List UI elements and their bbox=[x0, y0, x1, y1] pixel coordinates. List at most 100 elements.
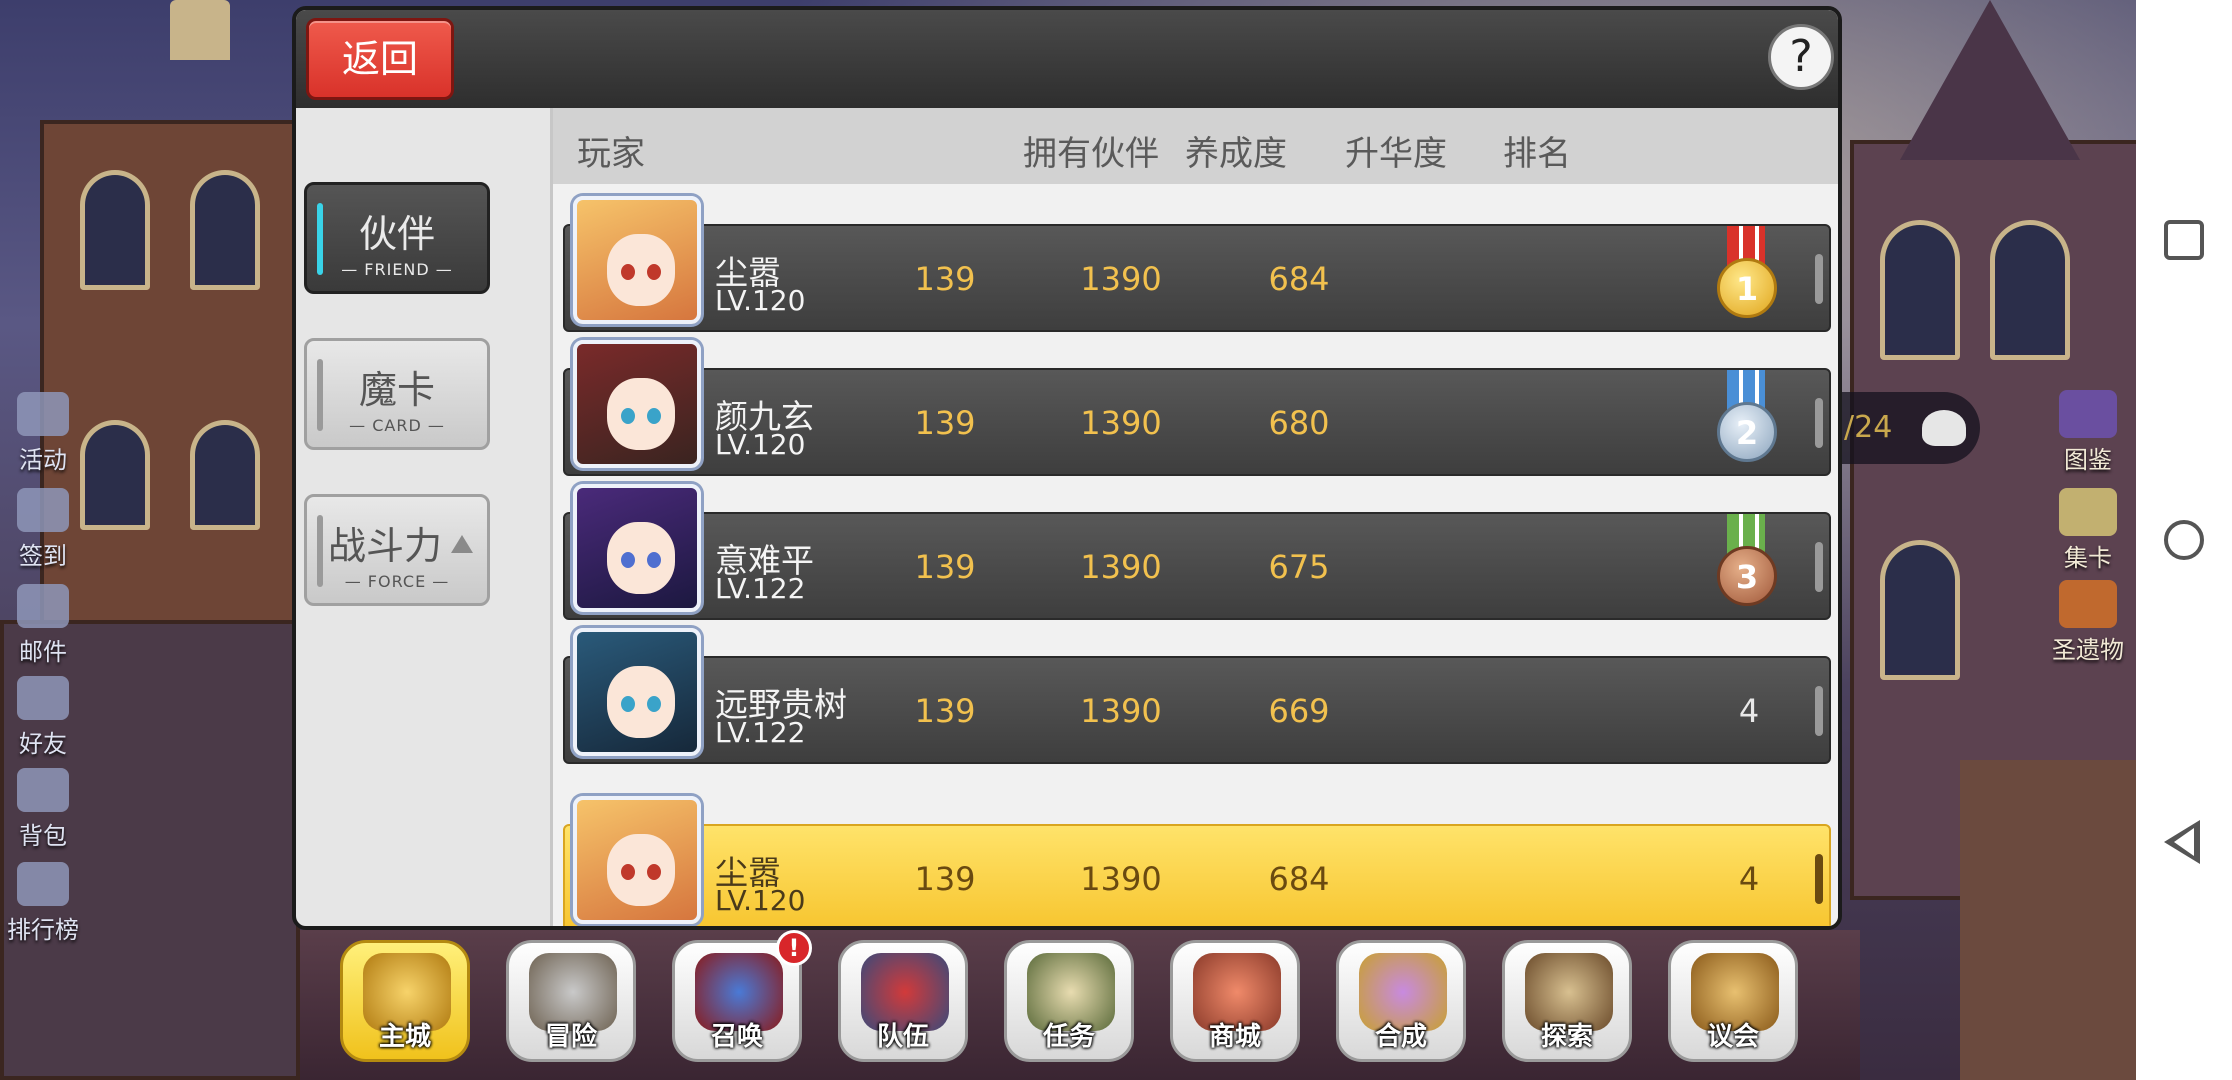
megaphone-icon bbox=[17, 392, 69, 436]
dock-label: 冒险 bbox=[544, 1022, 597, 1052]
header-ascension: 升华度 bbox=[1345, 134, 1447, 174]
training-value: 1390 bbox=[1080, 692, 1162, 730]
tab-indicator bbox=[317, 515, 323, 587]
side-item-label: 排行榜 bbox=[7, 916, 79, 944]
side-item-label: 集卡 bbox=[2064, 544, 2112, 572]
ranking-panel: 返回 ? 伙伴 — FRIEND — 魔卡 — CARD — 战斗力 — FOR… bbox=[292, 6, 1842, 930]
tab-force[interactable]: 战斗力 — FORCE — bbox=[304, 494, 490, 606]
ascension-value: 675 bbox=[1268, 548, 1330, 586]
header-owned: 拥有伙伴 bbox=[1023, 134, 1159, 174]
dock-label: 议会 bbox=[1706, 1022, 1759, 1052]
panel-header: 返回 ? bbox=[296, 10, 1838, 108]
player-level: LV.120 bbox=[715, 884, 806, 917]
dock-label: 队伍 bbox=[876, 1022, 929, 1052]
back-button[interactable]: 返回 bbox=[306, 18, 454, 100]
book-icon bbox=[2059, 390, 2117, 438]
counter-text: /24 bbox=[1844, 410, 1893, 445]
card-collect-icon bbox=[2059, 488, 2117, 536]
tab-card[interactable]: 魔卡 — CARD — bbox=[304, 338, 490, 450]
training-value: 1390 bbox=[1080, 260, 1162, 298]
side-item-card-collect[interactable]: 集卡 bbox=[2040, 488, 2136, 573]
header-player: 玩家 bbox=[577, 134, 645, 174]
friends-icon bbox=[17, 676, 69, 720]
self-rank-row[interactable]: 尘嚣 LV.120 139 1390 684 4 bbox=[563, 796, 1831, 926]
ranking-table[interactable]: 玩家 拥有伙伴 养成度 升华度 排名 尘嚣 LV.120 139 1390 68… bbox=[550, 108, 1838, 926]
owned-count: 139 bbox=[914, 860, 976, 898]
calendar-check-icon bbox=[17, 488, 69, 532]
owned-count: 139 bbox=[914, 548, 976, 586]
table-row[interactable]: 颜九玄 LV.120 139 1390 680 2 bbox=[563, 340, 1831, 476]
side-item-label: 图鉴 bbox=[2064, 446, 2112, 474]
sort-up-icon bbox=[451, 535, 473, 553]
dock-main-city[interactable]: 主城 bbox=[340, 940, 470, 1062]
dock-adventure[interactable]: 冒险 bbox=[506, 940, 636, 1062]
dock-label: 探索 bbox=[1540, 1022, 1593, 1052]
recent-apps-icon[interactable] bbox=[2164, 220, 2204, 260]
owned-count: 139 bbox=[914, 260, 976, 298]
side-item-label: 圣遗物 bbox=[2052, 636, 2124, 664]
tab-sublabel: — FORCE — bbox=[344, 572, 450, 591]
home-icon[interactable] bbox=[2164, 520, 2204, 560]
owned-count: 139 bbox=[914, 692, 976, 730]
tab-label: 魔卡 bbox=[358, 368, 435, 412]
side-item-bag[interactable]: 背包 bbox=[0, 768, 86, 851]
avatar[interactable] bbox=[573, 628, 701, 756]
side-item-relic[interactable]: 圣遗物 bbox=[2040, 580, 2136, 665]
header-training: 养成度 bbox=[1185, 134, 1287, 174]
tab-friend[interactable]: 伙伴 — FRIEND — bbox=[304, 182, 490, 294]
table-header: 玩家 拥有伙伴 养成度 升华度 排名 bbox=[553, 108, 1838, 184]
side-item-ranking[interactable]: 排行榜 bbox=[0, 862, 86, 945]
tab-indicator bbox=[317, 203, 323, 275]
tab-indicator bbox=[317, 359, 323, 431]
side-item-friends[interactable]: 好友 bbox=[0, 676, 86, 759]
gold-medal-icon: 1 bbox=[1713, 226, 1779, 326]
training-value: 1390 bbox=[1080, 860, 1162, 898]
bronze-medal-icon: 3 bbox=[1713, 514, 1779, 614]
side-item-label: 好友 bbox=[19, 730, 67, 758]
side-item-codex[interactable]: 图鉴 bbox=[2040, 390, 2136, 475]
mail-icon bbox=[17, 584, 69, 628]
ascension-value: 669 bbox=[1268, 692, 1330, 730]
dock-team[interactable]: 队伍 bbox=[838, 940, 968, 1062]
avatar[interactable] bbox=[573, 484, 701, 612]
ascension-value: 684 bbox=[1268, 860, 1330, 898]
back-triangle-icon[interactable] bbox=[2164, 820, 2200, 864]
tab-label: 战斗力 bbox=[327, 524, 442, 568]
silver-medal-icon: 2 bbox=[1713, 370, 1779, 470]
training-value: 1390 bbox=[1080, 404, 1162, 442]
notification-badge: ! bbox=[776, 930, 812, 966]
dock-label: 合成 bbox=[1374, 1022, 1427, 1052]
avatar[interactable] bbox=[573, 340, 701, 468]
side-item-label: 邮件 bbox=[19, 638, 67, 666]
help-button[interactable]: ? bbox=[1768, 24, 1834, 90]
table-row[interactable]: 尘嚣 LV.120 139 1390 684 1 bbox=[563, 196, 1831, 332]
dock-label: 任务 bbox=[1042, 1022, 1095, 1052]
dock-explore[interactable]: 探索 bbox=[1502, 940, 1632, 1062]
side-item-mail[interactable]: 邮件 bbox=[0, 584, 86, 667]
bag-icon bbox=[17, 768, 69, 812]
player-level: LV.120 bbox=[715, 428, 806, 461]
tab-sublabel: — CARD — bbox=[349, 416, 445, 435]
side-item-checkin[interactable]: 签到 bbox=[0, 488, 86, 571]
owned-count: 139 bbox=[914, 404, 976, 442]
avatar[interactable] bbox=[573, 796, 701, 924]
side-item-activity[interactable]: 活动 bbox=[0, 392, 86, 475]
progress-counter[interactable]: /24 bbox=[1840, 392, 1980, 464]
player-level: LV.120 bbox=[715, 284, 806, 317]
side-item-label: 背包 bbox=[19, 822, 67, 850]
player-level: LV.122 bbox=[715, 716, 806, 749]
ranking-bars-icon bbox=[17, 862, 69, 906]
table-row[interactable]: 意难平 LV.122 139 1390 675 3 bbox=[563, 484, 1831, 620]
dock-craft[interactable]: 合成 bbox=[1336, 940, 1466, 1062]
side-item-label: 活动 bbox=[19, 446, 67, 474]
dock-shop[interactable]: 商城 bbox=[1170, 940, 1300, 1062]
training-value: 1390 bbox=[1080, 548, 1162, 586]
tab-sublabel: — FRIEND — bbox=[341, 260, 453, 279]
avatar[interactable] bbox=[573, 196, 701, 324]
side-item-label: 签到 bbox=[19, 542, 67, 570]
header-rank: 排名 bbox=[1503, 134, 1571, 174]
rank-number: 4 bbox=[1738, 692, 1760, 730]
dock-council[interactable]: 议会 bbox=[1668, 940, 1798, 1062]
table-row[interactable]: 远野贵树 LV.122 139 1390 669 4 bbox=[563, 628, 1831, 764]
dock-quest[interactable]: 任务 bbox=[1004, 940, 1134, 1062]
